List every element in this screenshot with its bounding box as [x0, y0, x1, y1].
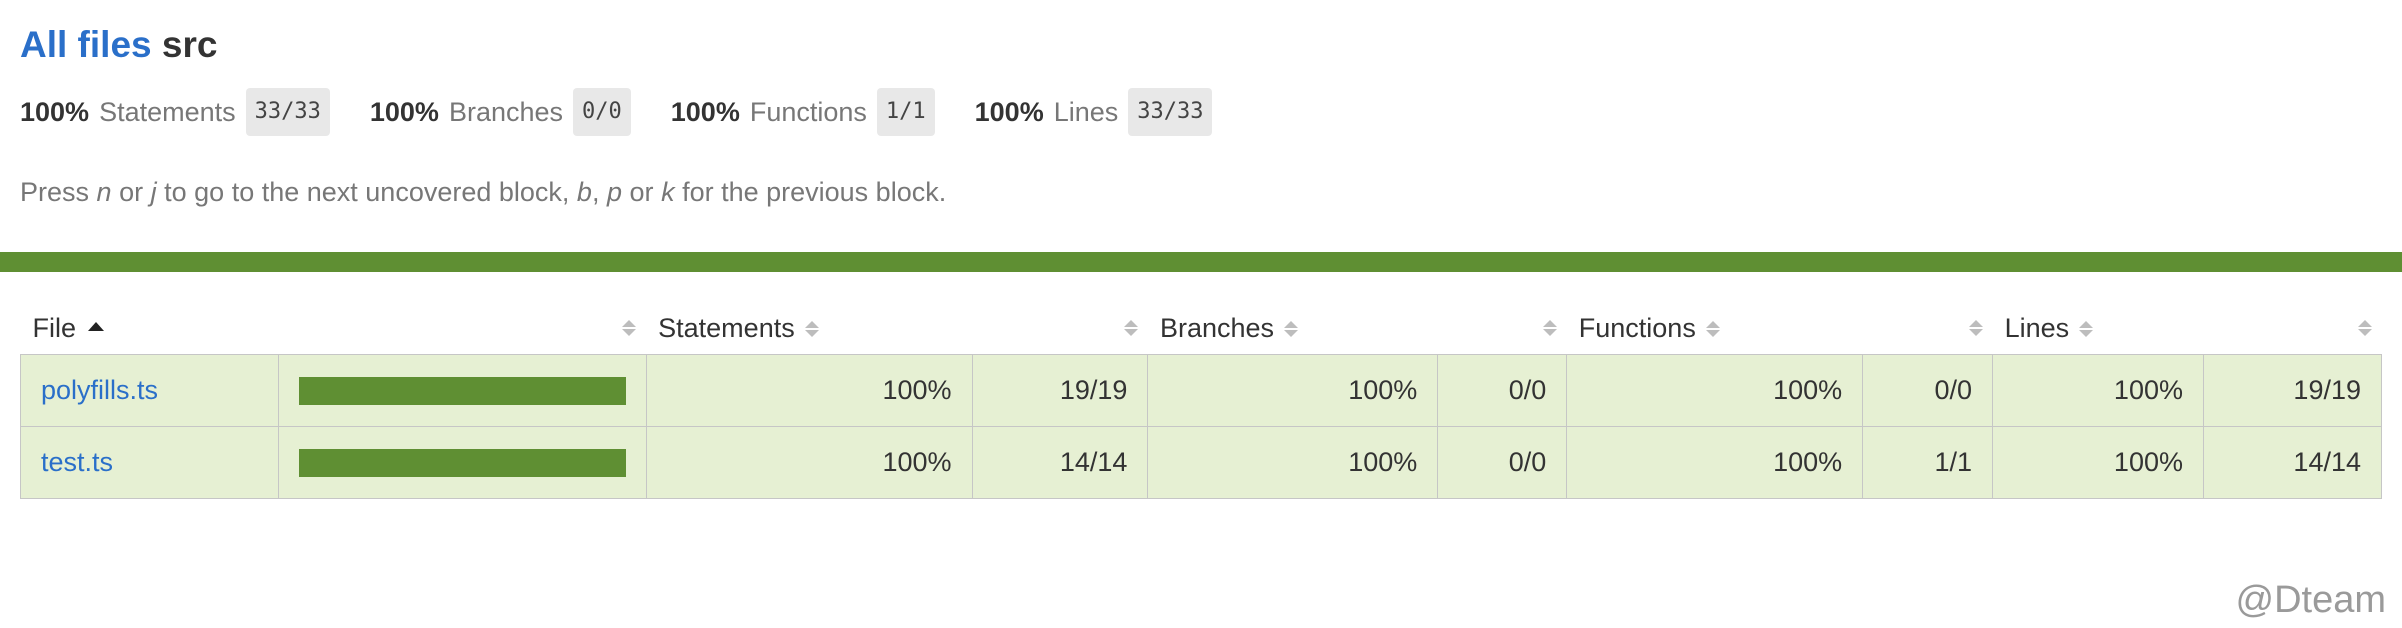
coverage-bar-cell: [277, 426, 647, 499]
sort-icon: [1284, 319, 1299, 339]
summary-statements-fraction: 33/33: [245, 88, 330, 136]
all-files-link[interactable]: All files: [20, 24, 152, 65]
sort-ascending-icon: [88, 321, 105, 331]
table-row: test.ts 100% 14/14 100% 0/0 100% 1/1 100…: [20, 426, 2383, 499]
statements-fraction: 19/19: [971, 354, 1149, 427]
hint-text: for the previous block.: [682, 177, 947, 207]
header-lines-label: Lines: [2004, 312, 2070, 343]
coverage-bar: [298, 376, 626, 405]
summary-statements-label: Statements: [99, 97, 236, 127]
header-functions[interactable]: Functions: [1567, 302, 1863, 355]
sort-icon: [2357, 318, 2372, 338]
summary-branches-label: Branches: [448, 97, 564, 127]
header-branches-raw[interactable]: [1438, 302, 1567, 355]
hint-text: ,: [591, 177, 600, 207]
branches-fraction: 0/0: [1437, 426, 1568, 499]
summary-statements: 100% Statements 33/33: [20, 88, 330, 136]
sort-icon: [1705, 319, 1720, 339]
summary-branches: 100% Branches 0/0: [370, 88, 631, 136]
table-row: polyfills.ts 100% 19/19 100% 0/0 100% 0/…: [20, 354, 2383, 427]
page-title: All files src: [20, 0, 2382, 68]
header-statements[interactable]: Statements: [646, 302, 972, 355]
header-file-label: File: [32, 312, 77, 343]
coverage-bar: [298, 448, 626, 477]
statements-pct: 100%: [645, 426, 973, 499]
functions-fraction: 0/0: [1862, 354, 1994, 427]
sort-icon: [1542, 318, 1557, 338]
header-functions-raw[interactable]: [1863, 302, 1993, 355]
header-branches[interactable]: Branches: [1148, 302, 1438, 355]
summary-branches-pct: 100%: [369, 97, 439, 127]
lines-pct: 100%: [1992, 354, 2204, 427]
lines-fraction: 19/19: [2202, 354, 2383, 427]
summary-lines-pct: 100%: [974, 97, 1044, 127]
functions-pct: 100%: [1566, 426, 1864, 499]
sort-icon: [1123, 318, 1138, 338]
summary-statements-pct: 100%: [20, 97, 90, 127]
header-statements-raw[interactable]: [972, 302, 1148, 355]
hint-key-j: j: [150, 177, 157, 207]
summary-branches-fraction: 0/0: [573, 88, 631, 136]
summary-lines-label: Lines: [1053, 97, 1119, 127]
file-cell: test.ts: [20, 426, 279, 499]
coverage-table: File Statements Branches Functions Lines…: [20, 302, 2383, 499]
summary-lines-fraction: 33/33: [1128, 88, 1213, 136]
summary-lines: 100% Lines 33/33: [975, 88, 1213, 136]
header-statements-label: Statements: [658, 312, 795, 343]
hint-key-b: b: [576, 177, 592, 207]
branches-fraction: 0/0: [1437, 354, 1568, 427]
functions-pct: 100%: [1566, 354, 1864, 427]
lines-fraction: 14/14: [2202, 426, 2383, 499]
header-lines-raw[interactable]: [2203, 302, 2381, 355]
hint-key-k: k: [661, 177, 675, 207]
summary-functions-pct: 100%: [670, 97, 740, 127]
hint-text: or: [629, 177, 654, 207]
header-lines[interactable]: Lines: [1993, 302, 2204, 355]
lines-pct: 100%: [1992, 426, 2204, 499]
sort-icon: [804, 319, 819, 339]
status-bar: [0, 252, 2402, 272]
file-cell: polyfills.ts: [20, 354, 279, 427]
hint-text: to go to the next uncovered block,: [164, 177, 570, 207]
header-branches-label: Branches: [1159, 312, 1275, 343]
coverage-summary: 100% Statements 33/33 100% Branches 0/0 …: [20, 88, 2382, 136]
branches-pct: 100%: [1147, 354, 1439, 427]
current-directory: src: [161, 24, 218, 65]
coverage-bar-cell: [277, 354, 647, 427]
hint-key-n: n: [96, 177, 112, 207]
summary-functions-label: Functions: [749, 97, 867, 127]
statements-fraction: 14/14: [971, 426, 1149, 499]
branches-pct: 100%: [1147, 426, 1439, 499]
sort-icon: [1968, 318, 1983, 338]
functions-fraction: 1/1: [1862, 426, 1994, 499]
header-functions-label: Functions: [1578, 312, 1696, 343]
sort-icon: [2079, 319, 2094, 339]
header-file[interactable]: File: [21, 302, 279, 355]
header-coverage-bar[interactable]: [278, 302, 646, 355]
file-link[interactable]: polyfills.ts: [41, 375, 158, 405]
file-link[interactable]: test.ts: [41, 447, 113, 477]
summary-functions: 100% Functions 1/1: [671, 88, 935, 136]
hint-key-p: p: [606, 177, 623, 207]
hint-text: or: [119, 177, 144, 207]
table-header-row: File Statements Branches Functions Lines: [21, 302, 2382, 355]
summary-functions-fraction: 1/1: [876, 88, 935, 136]
statements-pct: 100%: [645, 354, 973, 427]
keyboard-hint: Press n or j to go to the next uncovered…: [20, 174, 2382, 210]
watermark: @Dteam: [2235, 579, 2387, 621]
sort-icon: [622, 318, 637, 338]
hint-text: Press: [20, 177, 90, 207]
